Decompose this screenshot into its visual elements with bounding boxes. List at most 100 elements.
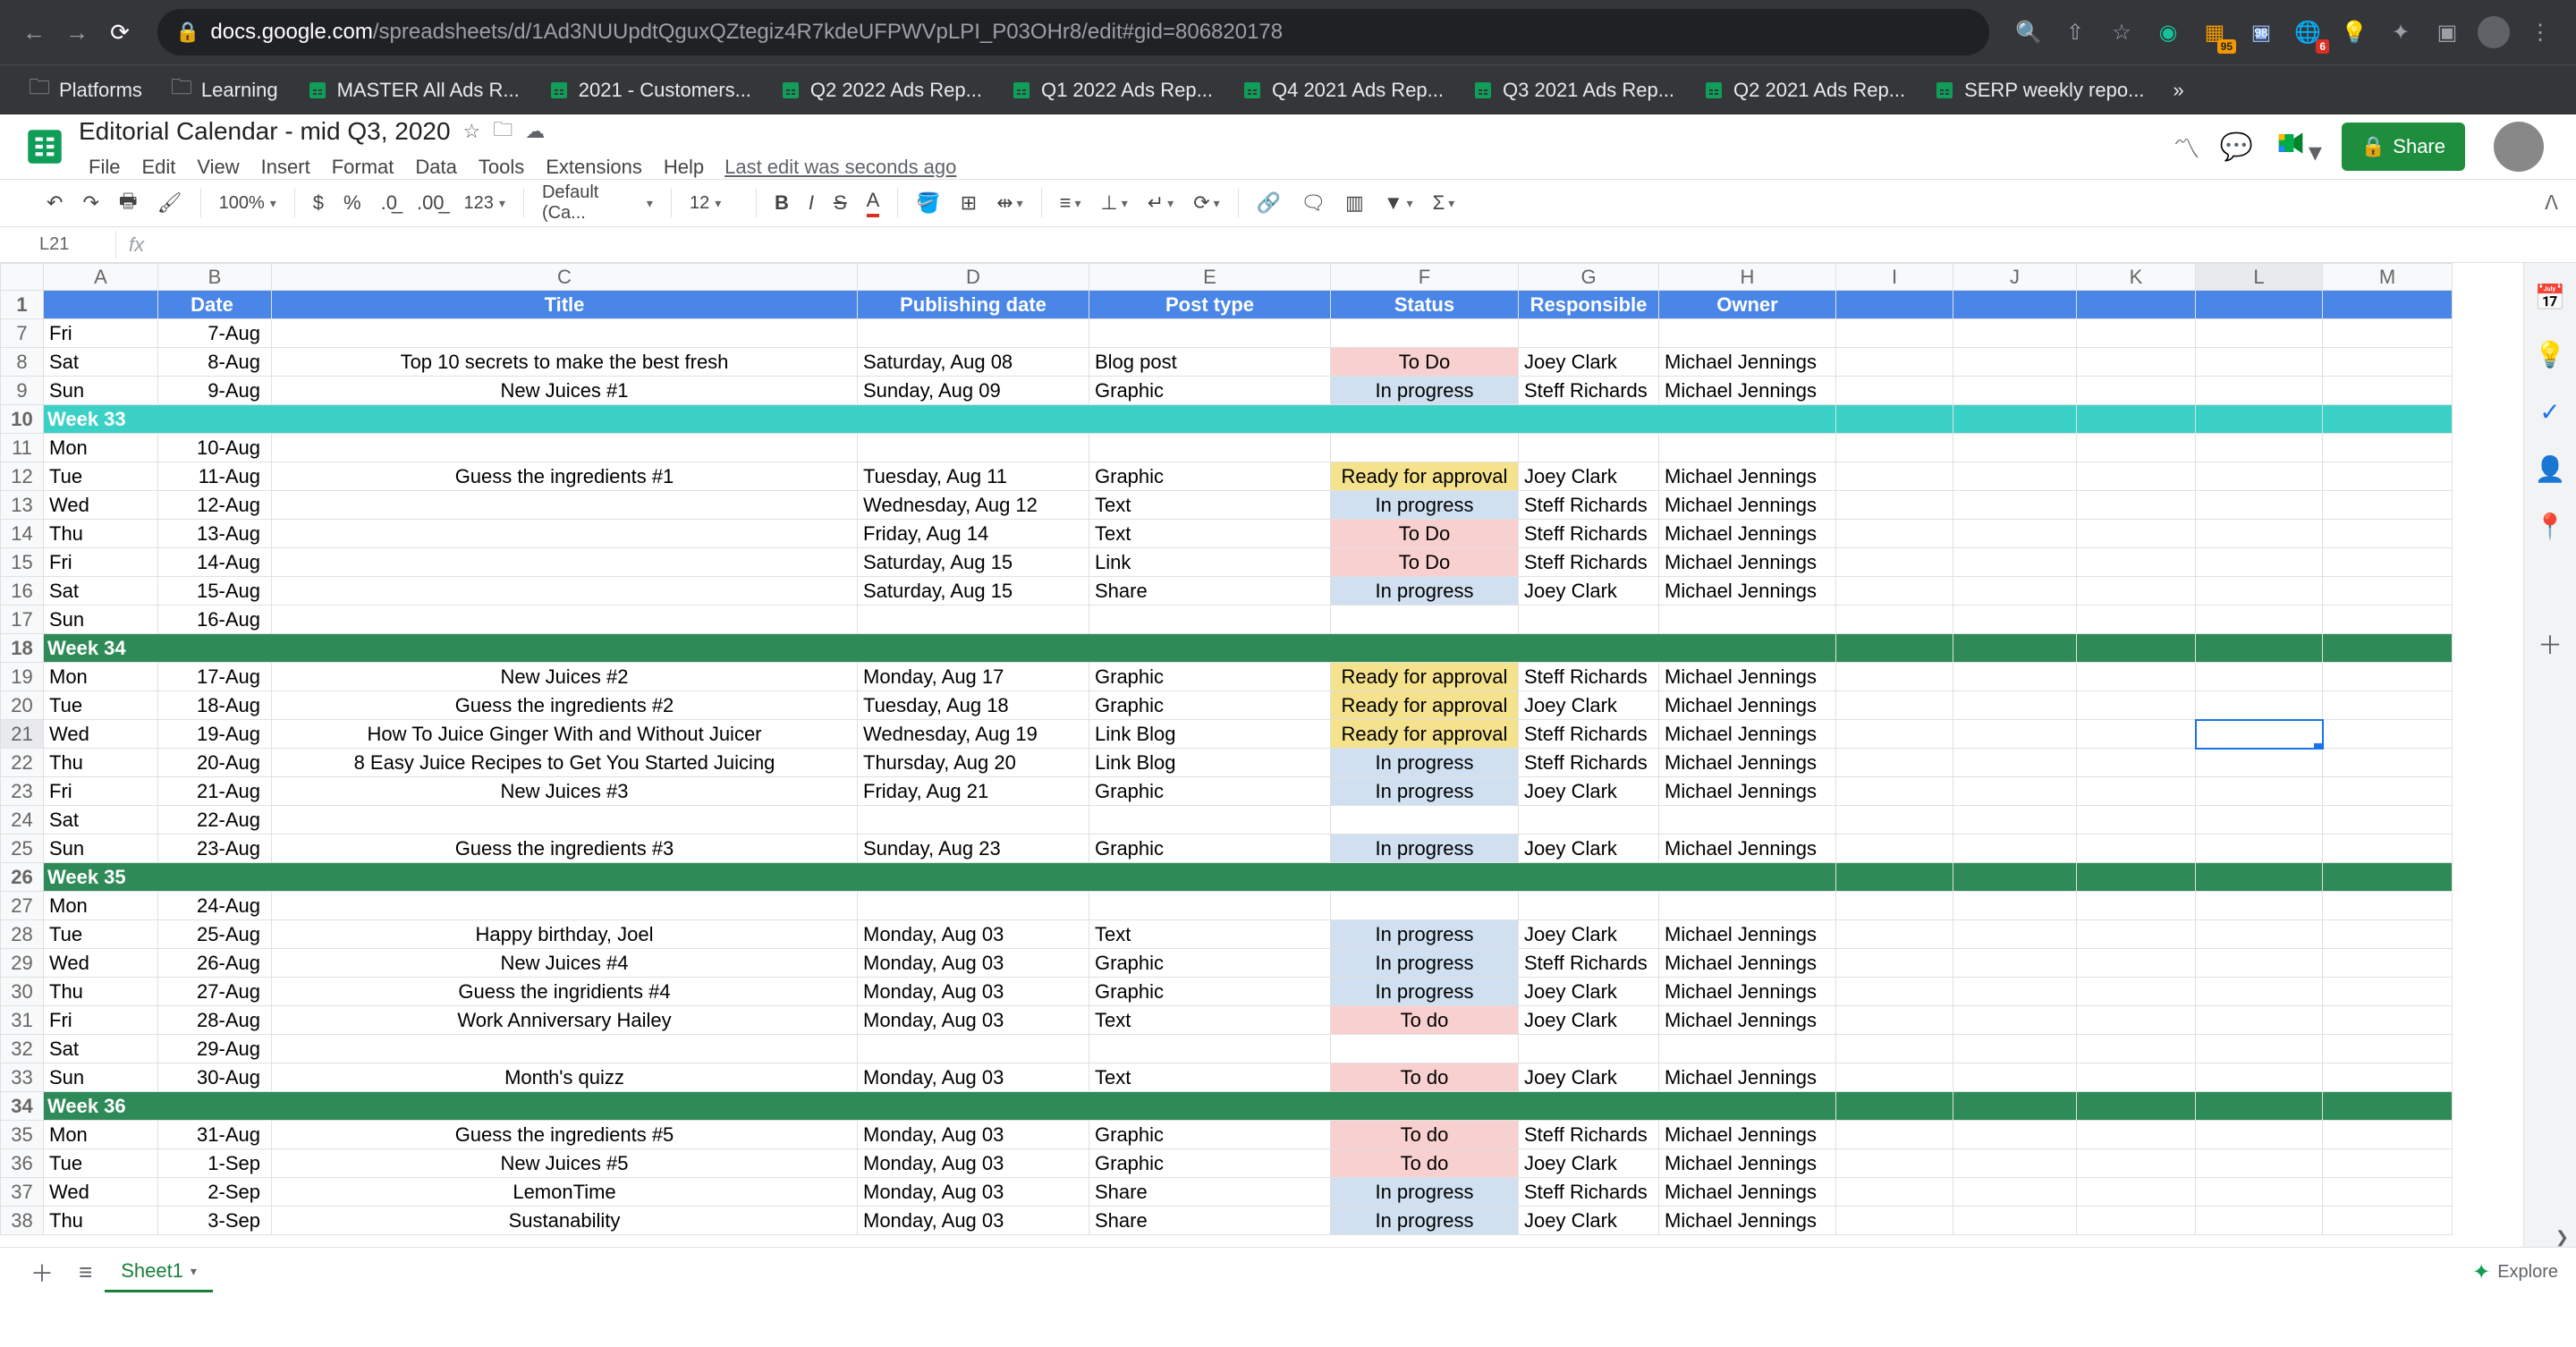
italic-icon[interactable]: I [801, 188, 821, 218]
cell[interactable] [1953, 691, 2077, 720]
cell[interactable]: To Do [1331, 548, 1519, 577]
col-header-E[interactable]: E [1089, 264, 1331, 291]
cell[interactable]: Text [1089, 520, 1331, 548]
cell[interactable] [1331, 806, 1519, 834]
cell[interactable] [2077, 1207, 2196, 1235]
cell[interactable]: 21-Aug [158, 777, 272, 806]
cell[interactable] [2196, 749, 2323, 777]
more-formats[interactable]: 123▾ [457, 190, 513, 217]
cell[interactable] [858, 892, 1089, 920]
cell[interactable] [2077, 634, 2196, 663]
cell[interactable] [1953, 1121, 2077, 1149]
row-header[interactable]: 21 [1, 720, 44, 749]
col-header-L[interactable]: L [2196, 264, 2323, 291]
extensions-icon[interactable]: ✦ [2383, 14, 2419, 50]
cell[interactable]: Graphic [1089, 834, 1331, 863]
cell[interactable]: Wed [44, 949, 158, 978]
cell[interactable]: Graphic [1089, 777, 1331, 806]
cell[interactable] [2196, 1006, 2323, 1035]
cell[interactable] [1953, 949, 2077, 978]
cell[interactable] [1836, 1035, 1953, 1063]
cell[interactable]: 15-Aug [158, 577, 272, 606]
cell[interactable] [1836, 978, 1953, 1006]
cell[interactable] [2196, 577, 2323, 606]
cell[interactable]: In progress [1331, 491, 1519, 520]
text-color-icon[interactable]: A [860, 185, 887, 221]
cell[interactable] [1836, 520, 1953, 548]
cell[interactable] [1836, 1092, 1953, 1121]
cell[interactable]: Link [1089, 548, 1331, 577]
cell[interactable] [1953, 1063, 2077, 1092]
cell[interactable]: Monday, Aug 03 [858, 978, 1089, 1006]
week-banner[interactable]: Week 36 [44, 1092, 1836, 1121]
cell[interactable] [2196, 806, 2323, 834]
cell[interactable]: Wednesday, Aug 12 [858, 491, 1089, 520]
cell[interactable]: Guess the ingredients #3 [272, 834, 858, 863]
menu-file[interactable]: File [79, 152, 130, 182]
cell[interactable]: 10-Aug [158, 434, 272, 462]
ext-postman-icon[interactable]: ▦95 [2197, 14, 2233, 50]
cell[interactable]: Michael Jennings [1659, 1207, 1836, 1235]
cell[interactable] [1953, 663, 2077, 691]
cell[interactable] [1836, 806, 1953, 834]
menu-data[interactable]: Data [405, 152, 466, 182]
header-cell[interactable]: Responsible [1519, 291, 1659, 319]
cell[interactable]: Month's quizz [272, 1063, 858, 1092]
cell[interactable]: New Juices #1 [272, 377, 858, 405]
cell[interactable] [1953, 634, 2077, 663]
cell[interactable] [2196, 1149, 2323, 1178]
cell[interactable]: Steff Richards [1519, 720, 1659, 749]
cell[interactable] [2077, 1149, 2196, 1178]
cell[interactable]: Joey Clark [1519, 577, 1659, 606]
sidepanel-icon[interactable]: ▣ [2429, 14, 2465, 50]
cell[interactable] [2077, 319, 2196, 348]
ext-lightbulb-icon[interactable]: 💡 [2336, 14, 2372, 50]
cell[interactable]: Saturday, Aug 15 [858, 577, 1089, 606]
cell[interactable] [1836, 1006, 1953, 1035]
cell[interactable]: Thu [44, 978, 158, 1006]
cell[interactable] [1953, 1178, 2077, 1207]
cell[interactable]: Michael Jennings [1659, 691, 1836, 720]
cell[interactable] [272, 520, 858, 548]
cell[interactable]: Joey Clark [1519, 1207, 1659, 1235]
cell[interactable] [1519, 606, 1659, 634]
header-cell[interactable] [2323, 291, 2453, 319]
cell[interactable] [1836, 749, 1953, 777]
cell[interactable] [2323, 377, 2453, 405]
cell[interactable]: Mon [44, 434, 158, 462]
ext-badge-icon[interactable]: ▣98 [2243, 14, 2279, 50]
cell[interactable]: Thursday, Aug 20 [858, 749, 1089, 777]
cell[interactable] [858, 806, 1089, 834]
cell[interactable] [2077, 749, 2196, 777]
cell[interactable]: Sat [44, 806, 158, 834]
cell[interactable] [1836, 319, 1953, 348]
valign-icon[interactable]: ⊥ ▾ [1094, 188, 1135, 218]
bookmark-item[interactable]: 2021 - Customers... [538, 73, 762, 107]
cell[interactable]: Happy birthday, Joel [272, 920, 858, 949]
row-header[interactable]: 26 [1, 863, 44, 892]
cell[interactable]: In progress [1331, 978, 1519, 1006]
cell[interactable]: Joey Clark [1519, 1149, 1659, 1178]
cell[interactable] [1953, 491, 2077, 520]
row-header[interactable]: 37 [1, 1178, 44, 1207]
cell[interactable] [1836, 377, 1953, 405]
cell[interactable] [2323, 491, 2453, 520]
cell[interactable] [2196, 606, 2323, 634]
cell[interactable] [2196, 892, 2323, 920]
move-doc-icon[interactable]: 🗀 [493, 114, 513, 148]
cell[interactable] [2077, 720, 2196, 749]
cell[interactable] [2323, 834, 2453, 863]
cell[interactable]: 8-Aug [158, 348, 272, 377]
cell[interactable]: Graphic [1089, 691, 1331, 720]
cell[interactable] [1089, 892, 1331, 920]
cell[interactable]: Tue [44, 462, 158, 491]
cell[interactable] [1836, 548, 1953, 577]
maps-icon[interactable]: 📍 [2534, 510, 2566, 542]
cell[interactable] [1953, 377, 2077, 405]
cell[interactable]: Sun [44, 606, 158, 634]
cell[interactable]: 3-Sep [158, 1207, 272, 1235]
cell[interactable] [2323, 548, 2453, 577]
cell[interactable]: Monday, Aug 03 [858, 1121, 1089, 1149]
row-header[interactable]: 34 [1, 1092, 44, 1121]
cell[interactable] [2196, 1207, 2323, 1235]
